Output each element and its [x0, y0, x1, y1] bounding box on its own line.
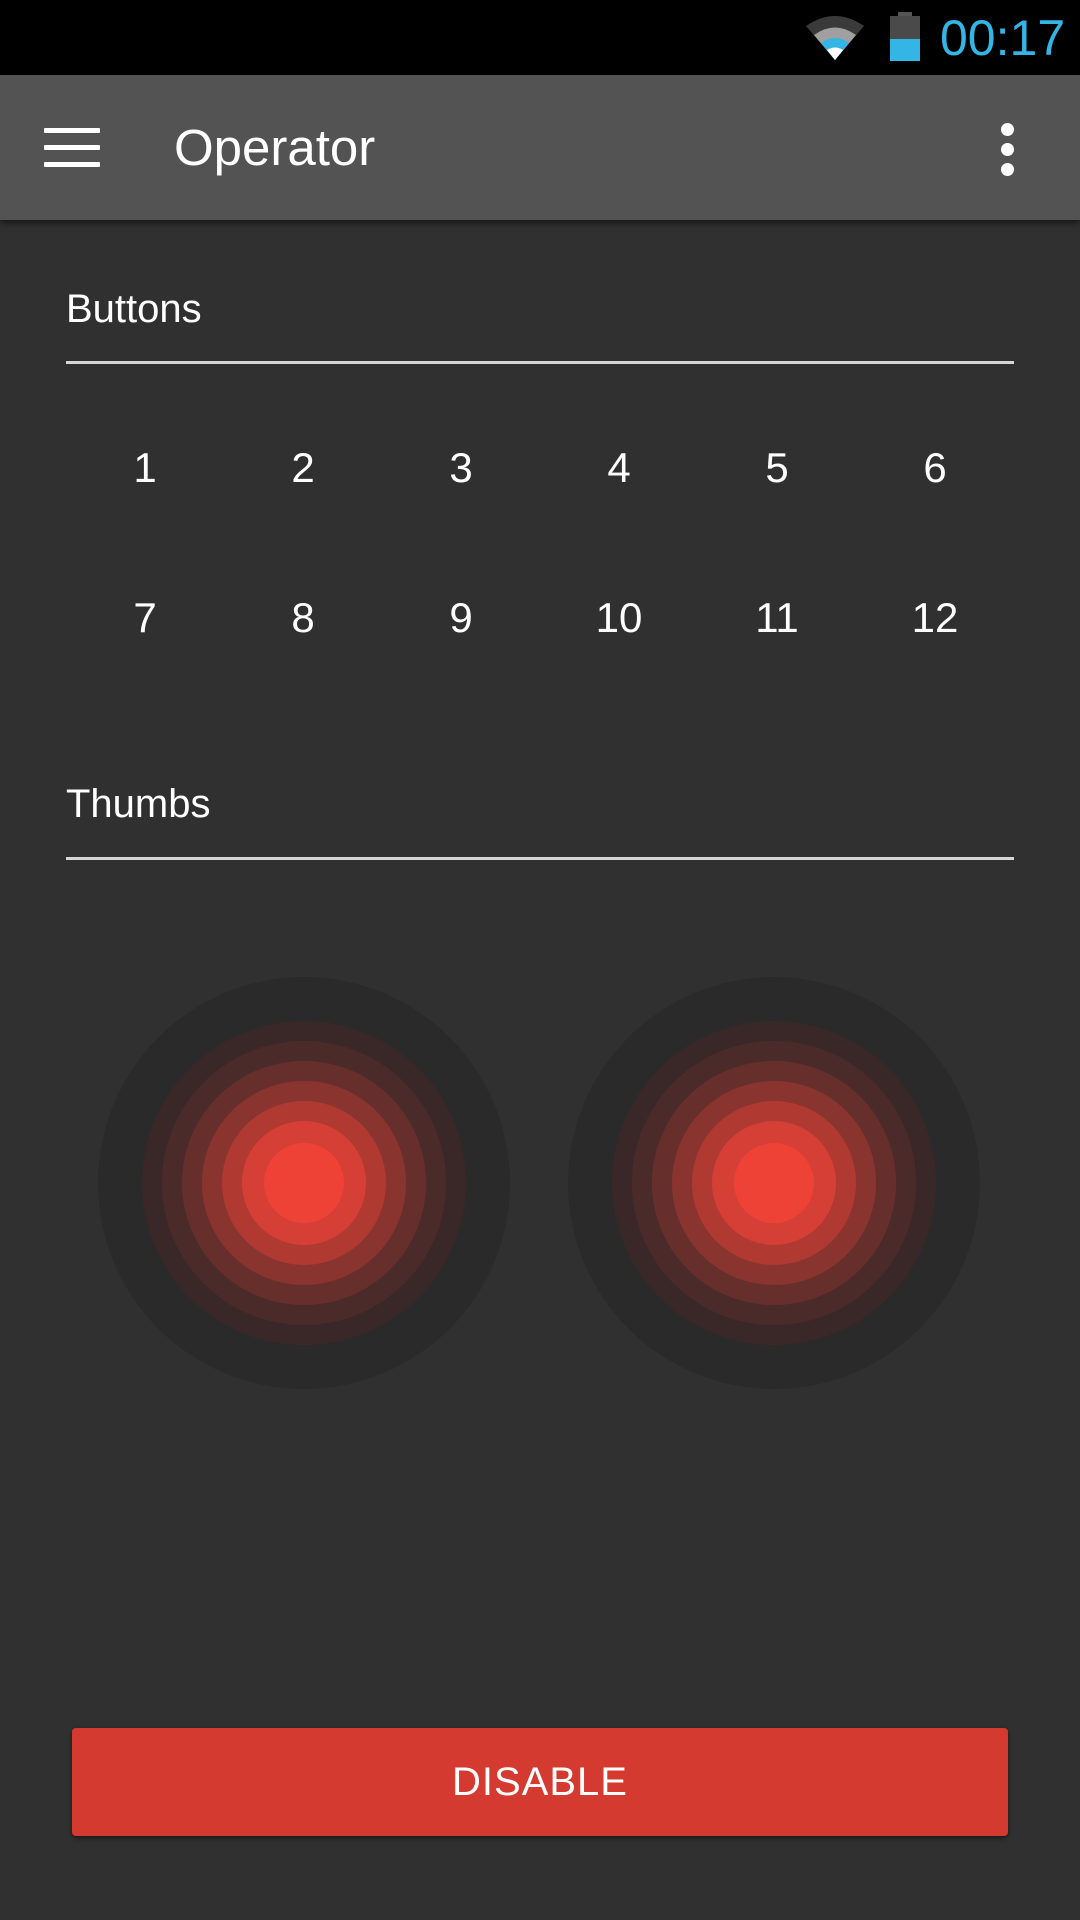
number-button-2[interactable]: 2: [224, 393, 382, 543]
number-button-8[interactable]: 8: [224, 543, 382, 693]
number-button-5[interactable]: 5: [698, 393, 856, 543]
hamburger-menu-icon[interactable]: [44, 128, 100, 168]
app-title: Operator: [174, 119, 376, 176]
number-button-1[interactable]: 1: [66, 393, 224, 543]
buttons-divider: [66, 361, 1014, 364]
disable-button[interactable]: DISABLE: [72, 1728, 1008, 1836]
battery-icon: [890, 12, 920, 61]
right-thumbstick[interactable]: [568, 977, 980, 1389]
number-button-9[interactable]: 9: [382, 543, 540, 693]
status-bar: 00:17: [0, 0, 1080, 75]
number-button-6[interactable]: 6: [856, 393, 1014, 543]
left-thumbstick[interactable]: [98, 977, 510, 1389]
buttons-section-title: Buttons: [66, 287, 202, 331]
number-button-7[interactable]: 7: [66, 543, 224, 693]
number-button-10[interactable]: 10: [540, 543, 698, 693]
more-vert-icon[interactable]: [992, 123, 1024, 177]
status-clock: 00:17: [940, 10, 1066, 66]
number-button-11[interactable]: 11: [698, 543, 856, 693]
thumbs-section-title: Thumbs: [66, 782, 211, 826]
number-button-4[interactable]: 4: [540, 393, 698, 543]
app-bar: Operator: [0, 75, 1080, 220]
number-button-12[interactable]: 12: [856, 543, 1014, 693]
number-button-3[interactable]: 3: [382, 393, 540, 543]
thumbs-divider: [66, 857, 1014, 860]
wifi-icon: [806, 16, 864, 60]
